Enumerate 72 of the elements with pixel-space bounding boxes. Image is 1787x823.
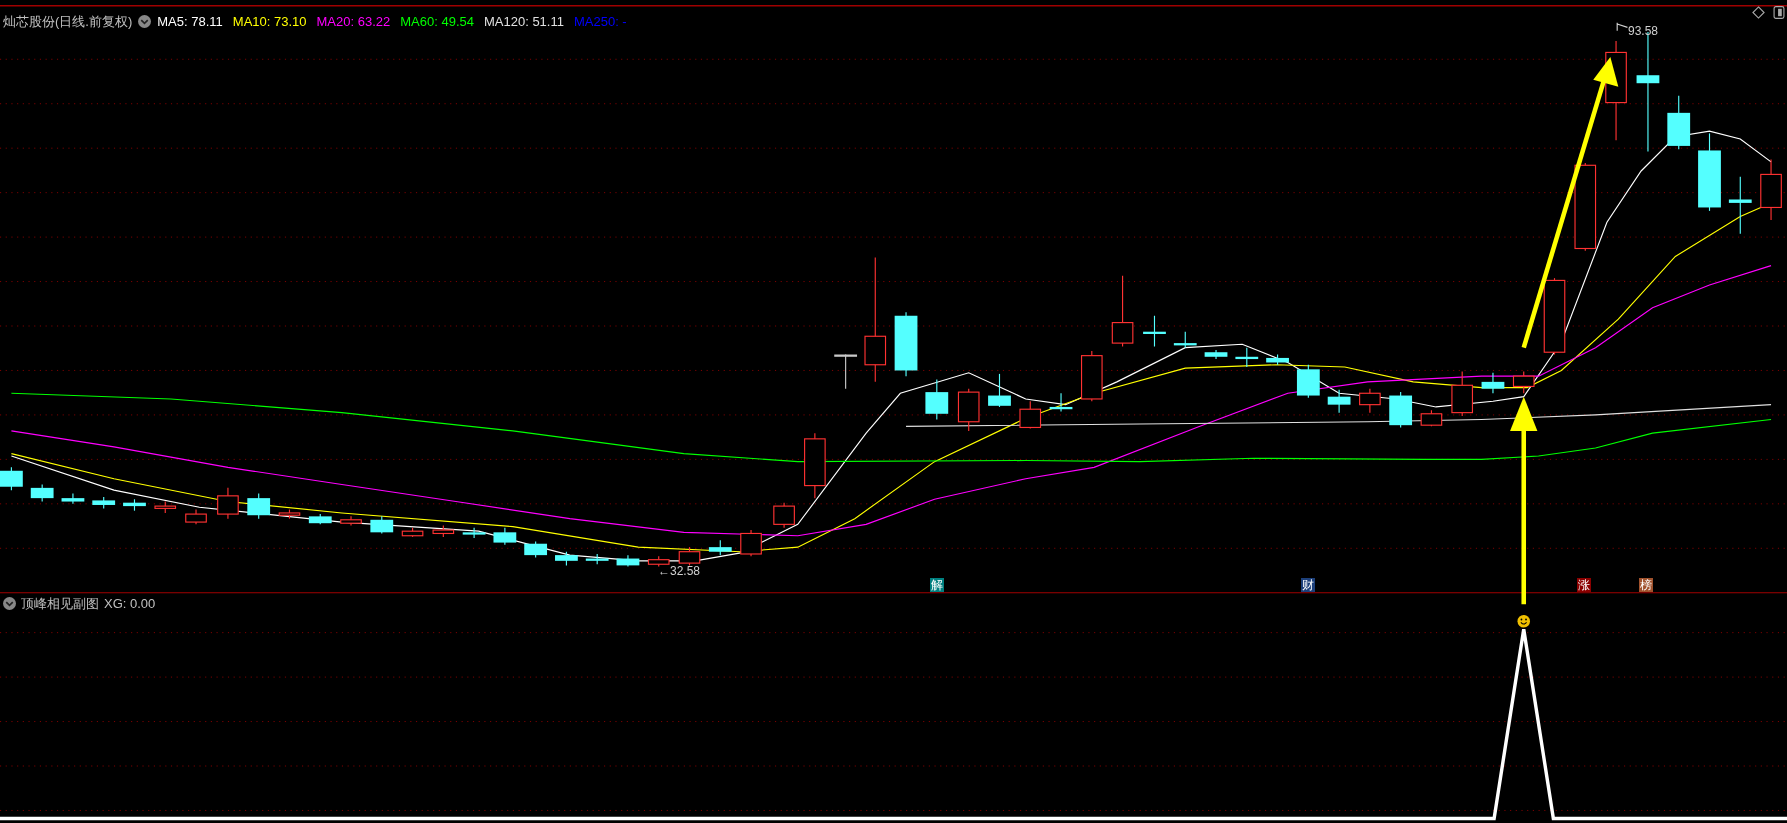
candlestick bbox=[1481, 372, 1505, 394]
smiley-icon bbox=[1517, 614, 1530, 628]
moving-average-value: MA120: 51.11 bbox=[483, 13, 564, 31]
candlestick bbox=[1173, 331, 1197, 349]
event-marker[interactable]: 涨 bbox=[1577, 578, 1591, 592]
candlestick bbox=[1359, 388, 1381, 414]
candlestick bbox=[370, 515, 394, 535]
event-marker[interactable]: 解 bbox=[930, 578, 944, 592]
candlestick bbox=[1204, 349, 1228, 360]
pointer-icon bbox=[1616, 22, 1628, 32]
candlestick bbox=[1728, 176, 1752, 235]
candlestick bbox=[1760, 159, 1782, 221]
candlestick bbox=[1296, 364, 1320, 399]
moving-average-value: MA20: 63.22 bbox=[316, 13, 391, 31]
candlestick bbox=[0, 466, 23, 491]
candlestick bbox=[340, 515, 362, 527]
moving-average-value: MA10: 73.10 bbox=[232, 13, 307, 31]
candlestick bbox=[708, 539, 732, 556]
candlestick bbox=[957, 388, 980, 432]
candlestick bbox=[1049, 392, 1073, 413]
candlestick bbox=[988, 373, 1011, 408]
candlestick bbox=[1266, 353, 1289, 366]
indicator-title: 顶峰相见副图 bbox=[21, 595, 99, 613]
low-price-label: ←32.58 bbox=[658, 563, 701, 580]
moving-average-value: MA250: - bbox=[573, 13, 627, 31]
candlestick bbox=[1389, 391, 1413, 429]
candlestick bbox=[493, 527, 517, 546]
candlestick bbox=[1451, 371, 1473, 417]
candlestick bbox=[834, 353, 858, 390]
diamond-icon[interactable] bbox=[1752, 6, 1765, 19]
candlestick bbox=[61, 493, 85, 505]
candlestick bbox=[804, 432, 826, 499]
candlestick bbox=[401, 527, 424, 538]
indicator-reading: XG: 0.00 bbox=[104, 595, 156, 613]
candlestick bbox=[1667, 95, 1691, 150]
candlestick bbox=[555, 551, 578, 566]
dropdown-icon[interactable] bbox=[138, 15, 152, 29]
candlestick bbox=[925, 379, 949, 421]
moving-average-value: MA60: 49.54 bbox=[400, 13, 474, 31]
panel-toggle-icon[interactable] bbox=[1773, 6, 1785, 19]
candlestick bbox=[678, 546, 701, 566]
candlestick bbox=[185, 508, 207, 525]
moving-average-value: MA5: 78.11 bbox=[157, 13, 223, 31]
candlestick bbox=[1019, 400, 1042, 430]
high-price-label: 93.58 bbox=[1628, 23, 1659, 40]
candlestick bbox=[247, 493, 271, 520]
candlestick bbox=[92, 496, 116, 509]
candlestick bbox=[1327, 389, 1351, 414]
event-marker[interactable]: 榜 bbox=[1639, 578, 1653, 592]
candlestick bbox=[123, 498, 146, 512]
candlestick bbox=[1235, 347, 1259, 368]
candlestick bbox=[462, 527, 486, 539]
candlestick bbox=[1081, 350, 1103, 402]
candlestick bbox=[740, 529, 762, 557]
candlestick bbox=[894, 311, 918, 377]
chart-title: 灿芯股份(日线.前复权) bbox=[3, 13, 133, 31]
candlestick bbox=[616, 554, 640, 568]
candlestick bbox=[647, 555, 670, 568]
candlestick bbox=[278, 508, 301, 520]
candlestick bbox=[1143, 315, 1166, 348]
candlestick bbox=[524, 540, 548, 558]
candlestick bbox=[30, 483, 54, 503]
candlestick bbox=[1420, 409, 1443, 427]
candlestick bbox=[1512, 371, 1535, 394]
candlestick bbox=[432, 524, 455, 538]
candlestick bbox=[585, 553, 609, 565]
candlestick bbox=[154, 501, 177, 514]
candlestick bbox=[308, 513, 332, 525]
candlestick bbox=[773, 502, 795, 529]
candlestick bbox=[217, 487, 239, 520]
dropdown-icon[interactable] bbox=[3, 597, 16, 611]
event-marker[interactable]: 财 bbox=[1301, 578, 1315, 592]
